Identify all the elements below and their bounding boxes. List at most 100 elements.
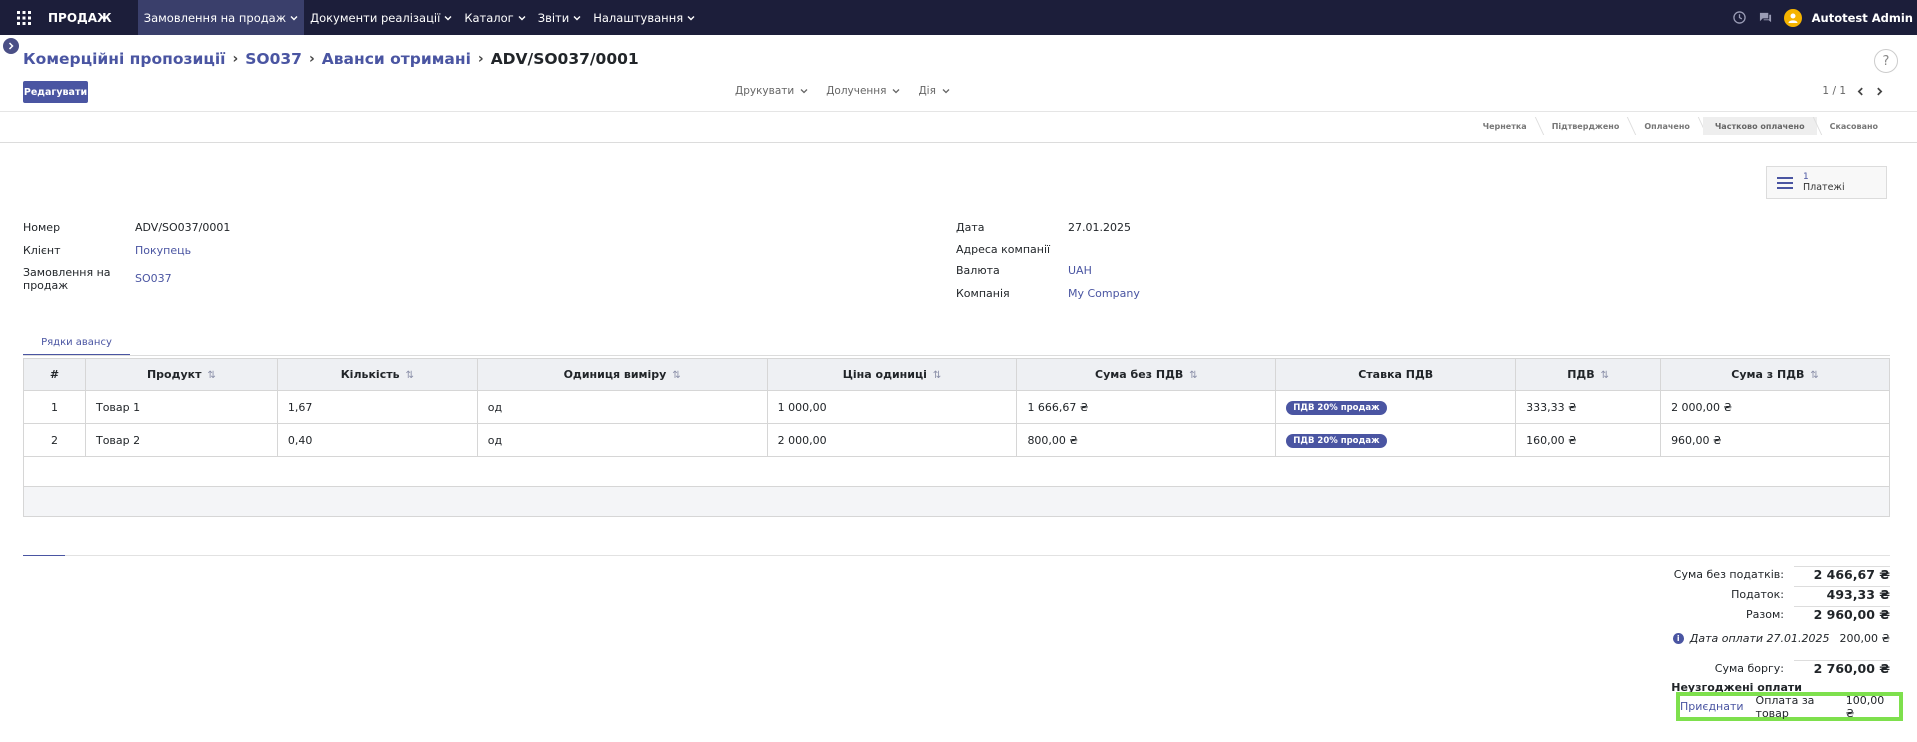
amount-due-label: Сума боргу:	[1714, 661, 1784, 675]
list-icon	[1777, 176, 1793, 189]
menu-label: Замовлення на продаж	[143, 10, 287, 25]
pager: 1 / 1	[1822, 85, 1884, 97]
total-row: Разом: 2 960,00 ₴	[1660, 604, 1890, 624]
cell-product: Товар 1	[84, 390, 278, 424]
payment-date: Дата оплати 27.01.2025	[1689, 631, 1830, 645]
sort-icon: ⇅	[405, 370, 414, 381]
user-name[interactable]: Autotest Admin	[1812, 11, 1913, 25]
breadcrumb-quotations[interactable]: Комерційні пропозиції	[23, 50, 225, 68]
chevron-down-icon	[444, 15, 452, 20]
chevron-right-icon[interactable]	[3, 38, 19, 54]
stage-draft[interactable]: Чернетка	[1471, 117, 1539, 135]
column-header[interactable]: ПДВ ⇅	[1515, 358, 1662, 391]
menu-label: Налаштування	[593, 10, 684, 25]
stage-paid[interactable]: Оплачено	[1632, 117, 1702, 135]
column-header[interactable]: Одиниця виміру ⇅	[476, 358, 768, 391]
field-value: 27.01.2025	[1068, 221, 1131, 234]
action-dropdown[interactable]: Дія	[918, 85, 950, 97]
field-date: Дата 27.01.2025	[956, 221, 1131, 234]
table-row[interactable]: 1 Товар 1 1,67 од 1 000,00 1 666,67 ₴ ПД…	[23, 390, 1890, 424]
chevron-right-icon[interactable]	[1875, 87, 1884, 96]
table-row[interactable]: 2 Товар 2 0,40 од 2 000,00 800,00 ₴ ПДВ …	[23, 423, 1890, 457]
column-header[interactable]: Ціна одиниці ⇅	[766, 358, 1018, 391]
payment-row: i Дата оплати 27.01.2025 200,00 ₴	[1660, 627, 1890, 649]
column-header-label: Продукт	[146, 368, 202, 381]
column-header-label: ПДВ	[1567, 368, 1595, 381]
tax-badge: ПДВ 20% продаж	[1286, 400, 1387, 415]
clock-icon[interactable]	[1732, 10, 1748, 26]
divider	[23, 355, 1890, 356]
user-avatar-icon[interactable]	[1783, 8, 1802, 27]
main-menu: Замовлення на продаж Документи реалізаці…	[137, 0, 701, 35]
payments-smart-button[interactable]: 1 Платежі	[1766, 166, 1887, 199]
sort-icon: ⇅	[932, 370, 942, 381]
field-currency: Валюта UAH	[956, 264, 1092, 277]
sort-icon: ⇅	[672, 370, 681, 381]
print-label: Друкувати	[735, 85, 795, 97]
menu-settings[interactable]: Налаштування	[587, 0, 701, 35]
info-icon[interactable]: i	[1672, 632, 1684, 644]
tax-label: Податок:	[1731, 587, 1784, 601]
menu-reports[interactable]: Звіти	[532, 0, 588, 35]
attachments-dropdown[interactable]: Долучення	[826, 85, 900, 97]
cell-tax: ПДВ 20% продаж	[1275, 390, 1517, 424]
column-header-label: Ставка ПДВ	[1358, 368, 1434, 381]
menu-sales-orders[interactable]: Замовлення на продаж	[137, 0, 305, 35]
menu-label: Документи реалізації	[310, 10, 441, 25]
chevron-left-icon[interactable]	[1856, 87, 1865, 96]
sort-icon: ⇅	[1600, 370, 1609, 381]
cell-subtotal: 800,00 ₴	[1016, 423, 1277, 457]
payments-count: 1	[1803, 171, 1809, 182]
sort-icon: ⇅	[207, 370, 216, 381]
help-button[interactable]: ?	[1874, 49, 1898, 73]
cell-total: 960,00 ₴	[1660, 423, 1890, 457]
pager-value[interactable]: 1 / 1	[1822, 85, 1846, 97]
menu-catalog[interactable]: Каталог	[458, 0, 531, 35]
untaxed-value: 2 466,67 ₴	[1794, 566, 1890, 582]
apps-grid-icon[interactable]	[0, 0, 48, 35]
action-menus: Друкувати Долучення Дія	[735, 85, 950, 97]
column-header-label: Сума без ПДВ	[1095, 368, 1184, 381]
divider	[0, 111, 1917, 112]
empty-cell	[23, 486, 1890, 517]
column-header[interactable]: Кількість ⇅	[276, 358, 478, 391]
chevron-down-icon	[573, 15, 581, 20]
stage-cancelled[interactable]: Скасовано	[1818, 117, 1890, 135]
assign-payment-link[interactable]: Приєднати	[1680, 700, 1744, 713]
chat-icon[interactable]	[1758, 10, 1774, 26]
field-number: Номер ADV/SO037/0001	[23, 221, 230, 234]
field-label: Валюта	[956, 264, 1000, 277]
breadcrumb-separator-icon: ›	[477, 51, 484, 67]
sale-order-link[interactable]: SO037	[135, 272, 172, 292]
print-dropdown[interactable]: Друкувати	[735, 85, 808, 97]
cell-unit-price: 2 000,00	[766, 423, 1018, 457]
column-header-label: Сума з ПДВ	[1731, 368, 1805, 381]
menu-label: Каталог	[464, 10, 514, 25]
amount-due-row: Сума боргу: 2 760,00 ₴	[1660, 658, 1890, 678]
breadcrumb-separator-icon: ›	[308, 51, 315, 67]
cell-vat: 333,33 ₴	[1515, 390, 1662, 424]
column-header[interactable]: Сума з ПДВ ⇅	[1660, 358, 1890, 391]
breadcrumb-advances[interactable]: Аванси отримані	[322, 50, 471, 68]
field-customer: Клієнт Покупець	[23, 244, 191, 257]
tab-advance-lines[interactable]: Рядки авансу	[23, 330, 130, 356]
stage-confirmed[interactable]: Підтверджено	[1540, 117, 1632, 135]
column-header[interactable]: Сума без ПДВ ⇅	[1016, 358, 1277, 391]
currency-link[interactable]: UAH	[1068, 264, 1092, 277]
app-brand[interactable]: ПРОДАЖ	[48, 11, 112, 25]
menu-sales-documents[interactable]: Документи реалізації	[304, 0, 458, 35]
breadcrumb-current: ADV/SO037/0001	[490, 50, 639, 68]
untaxed-label: Сума без податків:	[1673, 567, 1784, 581]
breadcrumb-separator-icon: ›	[232, 51, 239, 67]
outstanding-payment-name: Оплата за товар	[1755, 693, 1815, 720]
tax-badge: ПДВ 20% продаж	[1286, 433, 1387, 448]
edit-button[interactable]: Редагувати	[23, 81, 88, 103]
customer-link[interactable]: Покупець	[135, 244, 191, 257]
sort-icon: ⇅	[1810, 370, 1819, 381]
cell-subtotal: 1 666,67 ₴	[1016, 390, 1277, 424]
breadcrumb-order[interactable]: SO037	[245, 50, 302, 68]
company-link[interactable]: My Company	[1068, 287, 1140, 300]
column-header[interactable]: Продукт ⇅	[84, 358, 278, 391]
empty-row	[23, 456, 1890, 487]
stage-partially-paid[interactable]: Частково оплачено	[1702, 117, 1817, 135]
